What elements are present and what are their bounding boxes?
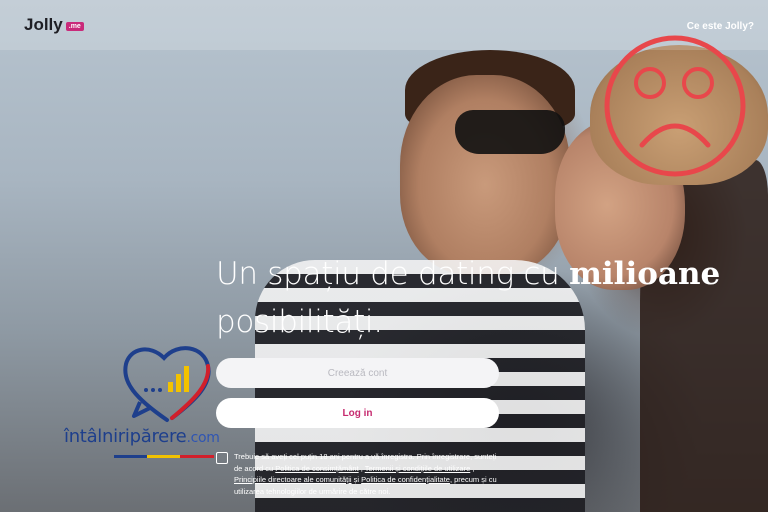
logo-badge: .me [65,21,84,31]
photo-man-face [400,75,570,275]
consent-block: Trebuie să aveți cel puțin 18 ani pentru… [216,451,506,497]
photo-sunglasses [455,110,565,154]
community-guidelines-link[interactable]: Principiile directoare ale comunității [234,475,352,484]
consent-sep-2: , [470,463,475,473]
watermark-site: întâlniripărere [64,426,187,447]
headline-bold: milioane [569,256,721,292]
watermark-flag-underline [114,455,214,458]
consent-sep-3: și [351,475,362,484]
privacy-policy-link[interactable]: Politica de confidențialitate [361,475,450,484]
sad-face-icon [604,35,746,177]
watermark-heart-chart-icon [123,346,211,422]
watermark-site-name: întâlniripărere.com [64,426,220,447]
terms-link[interactable]: Termenii și condițiile de utilizare [365,464,470,473]
watermark-tld: .com [186,430,220,446]
logo-text: Jolly [24,15,63,34]
consent-checkbox[interactable] [216,452,228,464]
headline-part1: Un spațiu de dating cu [216,256,570,292]
hero-headline: Un spațiu de dating cu milioane posibili… [216,250,768,346]
login-button[interactable]: Log in [216,398,499,428]
consent-policy-link[interactable]: Politica de consimțământ [275,464,358,473]
create-account-button[interactable]: Creează cont [216,358,499,388]
what-is-jolly-link[interactable]: Ce este Jolly? [687,21,754,32]
consent-text: Trebuie să aveți cel puțin 18 ani pentru… [234,451,506,497]
jolly-logo[interactable]: Jolly .me [24,15,84,35]
headline-part2: posibilități. [216,304,383,340]
